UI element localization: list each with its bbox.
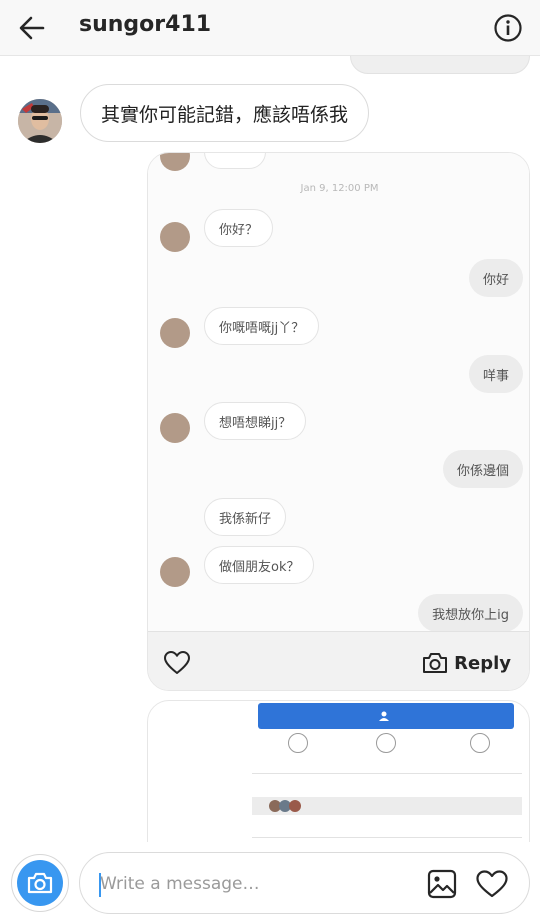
image-icon-row: [258, 733, 514, 767]
arrow-left-icon: [19, 16, 45, 40]
avatar: [160, 413, 190, 443]
info-button[interactable]: [490, 10, 526, 46]
camera-button[interactable]: [11, 854, 69, 912]
divider: [252, 773, 522, 774]
chat-header: sungor411: [0, 0, 540, 56]
avatar: [160, 153, 190, 171]
incoming-message[interactable]: 其實你可能記錯，應該唔係我: [80, 84, 370, 142]
camera-icon: [423, 653, 448, 673]
reply-label: Reply: [454, 652, 511, 674]
message-bubble: 做個朋友ok？: [204, 546, 315, 584]
shared-post-image: Jan 9, 12:00 PM 你好？ 你好 你嘅唔嘅jj丫？ 咩事 想唔想睇j…: [148, 153, 529, 632]
avatar[interactable]: [18, 99, 62, 143]
image-row: [252, 777, 522, 795]
image-header-bar: [258, 703, 514, 729]
message-bubble: 咩事: [468, 355, 523, 393]
image-row: [252, 817, 522, 835]
image-row: [252, 797, 522, 815]
avatar: [160, 318, 190, 348]
avatar: [160, 557, 190, 587]
heart-button[interactable]: [475, 867, 509, 901]
message-input-wrapper: [79, 852, 530, 914]
divider: [252, 837, 522, 838]
back-button[interactable]: [14, 10, 50, 46]
image-icon: [427, 869, 457, 899]
like-button[interactable]: [162, 648, 192, 678]
message-bubble: 你好: [468, 259, 523, 297]
message-bubble: 你係邊個: [442, 450, 523, 488]
heart-outline-icon: [476, 870, 508, 898]
message-bubble: 想唔想睇jj？: [204, 402, 307, 440]
heart-outline-icon: [164, 651, 190, 674]
message-bubble: 我想放你上ig: [418, 594, 523, 632]
camera-icon: [27, 872, 53, 894]
timestamp: Jan 9, 12:00 PM: [300, 183, 379, 194]
message-bubble: 你好？: [204, 209, 274, 247]
message-bubble-partial: [204, 153, 266, 169]
message-bubble: 我係新仔: [204, 498, 287, 536]
message-bubble: 你嘅唔嘅jj丫？: [204, 307, 320, 345]
message-composer: [0, 842, 540, 923]
reply-button[interactable]: Reply: [422, 646, 511, 680]
gallery-button[interactable]: [425, 867, 459, 901]
info-icon: [494, 14, 522, 42]
avatar: [160, 222, 190, 252]
shared-post-partial[interactable]: [147, 700, 530, 860]
conversation-title[interactable]: sungor411: [79, 12, 211, 37]
shared-post-footer: Reply: [148, 631, 529, 690]
message-input[interactable]: [100, 867, 400, 901]
shared-post[interactable]: Jan 9, 12:00 PM 你好？ 你好 你嘅唔嘅jj丫？ 咩事 想唔想睇j…: [147, 152, 530, 691]
